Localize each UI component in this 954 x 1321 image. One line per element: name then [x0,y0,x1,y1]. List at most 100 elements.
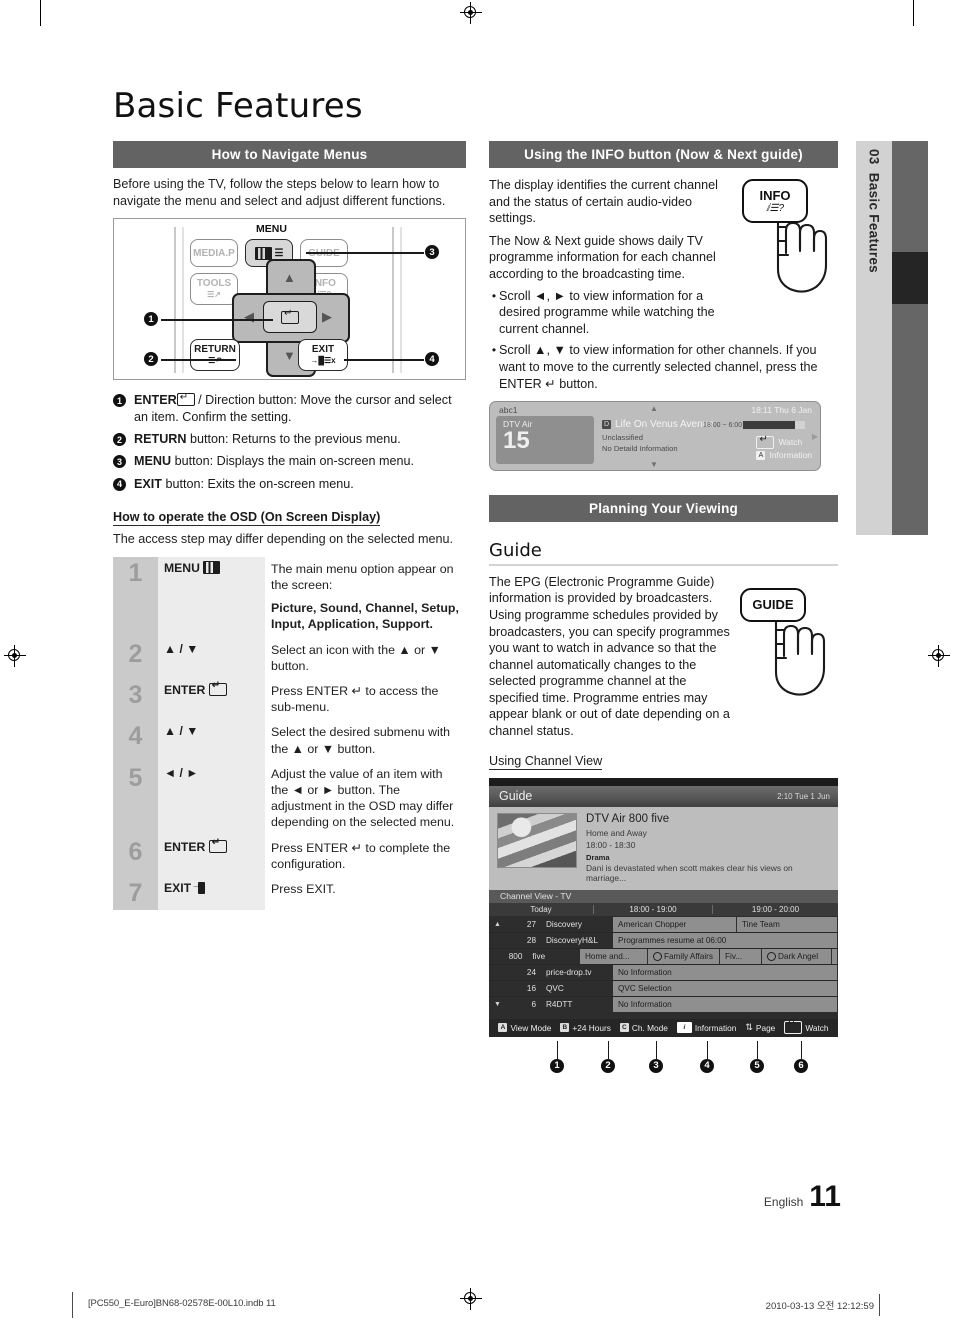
now-next-screen-mock: abc1 18:11 Thu 6 Jan ▲ ▼ ▶ DTV Air 15 D … [489,401,821,472]
epg-action-label: Watch [805,1022,829,1033]
guide-keycap[interactable]: GUIDE [740,587,806,622]
info-paragraph-2: The Now & Next guide shows daily TV prog… [489,233,716,281]
step-key: ENTER [158,835,265,878]
epg-action-label: View Mode [510,1022,552,1033]
epg-action-view-mode[interactable]: A View Mode [498,1023,551,1033]
step-description: Press ENTER ↵ to access the sub-menu. [265,679,466,721]
epg-programme-cell[interactable]: QVC Selection [613,980,838,996]
table-row[interactable]: 16 QVC QVC Selection [489,980,838,997]
epg-title: Guide [499,788,533,803]
epg-programme-cell[interactable]: Home and... [580,948,648,964]
b-button-icon: B [560,1023,570,1033]
remote-media-button[interactable]: MEDIA.P [190,239,238,268]
step-number: 5 [113,761,158,836]
row-arrow-icon [489,981,506,996]
remote-enter-button[interactable] [263,301,317,334]
epg-action-information[interactable]: i Information [676,1022,736,1034]
action-information[interactable]: A Information [756,449,812,462]
epg-header: Guide 2:10 Tue 1 Jun [489,785,838,807]
epg-channel-name: QVC [546,983,564,993]
page-number-block: English 11 [764,1180,841,1214]
table-row[interactable]: 28 DiscoveryH&L Programmes resume at 06:… [489,932,838,949]
step-description: The main menu option appear on the scree… [265,556,466,638]
enter-icon [208,837,227,853]
table-row: 3 ENTER Press ENTER ↵ to access the sub-… [113,679,466,721]
legend-2-text: button: Returns to the previous menu. [186,432,401,446]
enter-icon [208,680,227,697]
a-button-icon: A [498,1023,508,1033]
list-item: • Scroll ▲, ▼ to view information for ot… [489,342,838,392]
bullet-dot: • [491,343,497,358]
callout-line-4 [344,359,424,361]
epg-action-24-hours[interactable]: B +24 Hours [560,1023,611,1033]
callout-4: 4 [425,352,439,367]
list-item: 1 ENTER / Direction button: Move the cur… [113,390,466,425]
epg-callout-1: 1 [550,1058,564,1073]
enter-icon [756,433,775,450]
chapter-number: 03 [866,149,882,165]
epg-programme-cell[interactable]: American Chopper [613,916,737,932]
enter-icon [176,390,195,407]
epg-programme-cell[interactable]: No Information [613,964,838,980]
epg-programme-cell[interactable]: Dark Angel [762,948,832,964]
epg-programme-cell[interactable]: Tine Team [737,916,838,932]
epg-detail-genre: Drama [586,852,610,862]
channel-view-heading: Using Channel View [489,753,603,770]
table-row[interactable]: ▲ 27 Discovery American Chopper Tine Tea… [489,916,838,933]
language-label: English [763,1195,804,1209]
guide-block: GUIDE The EPG (Electronic Programme Guid… [489,574,838,740]
legend-4-text: button: Exits the on-screen menu. [162,476,354,491]
dpad-left-icon: ◀ [244,309,254,325]
list-item: 2 RETURN button: Returns to the previous… [113,431,466,447]
info-keycap[interactable]: INFO ⅈ☰? [742,179,808,223]
menu-icon [203,560,221,574]
epg-action-watch[interactable]: Watch [784,1018,829,1035]
remote-exit-button[interactable]: EXIT →█☰x [298,339,348,372]
epg-programme-cell[interactable]: No Information [613,996,838,1012]
epg-programme-label: Dark Angel [778,951,819,961]
epg-detail-panel: DTV Air 800 five Home and Away 18:00 - 1… [489,806,838,890]
epg-channel-number: 800 [508,951,523,961]
epg-channel-name: price-drop.tv [546,967,592,977]
chapter-tab-text: 03 Basic Features [856,141,892,535]
table-row[interactable]: 800 five Home and... Family Affairs Fiv.… [489,948,838,965]
step-number: 7 [113,877,158,911]
chapter-tab-highlight [892,252,928,304]
epg-callouts: 1 2 3 4 5 6 [489,1040,838,1075]
step-key: ◄ / ► [158,761,265,836]
info-bullet-2: Scroll ▲, ▼ to view information for othe… [499,343,818,391]
info-button-block: INFO ⅈ☰? The display identifies the curr… [489,177,838,392]
action-watch[interactable]: Watch [756,433,812,450]
registration-mark-bottom [460,1288,482,1310]
tools-icon: ☰↗ [207,290,221,300]
remote-tools-button[interactable]: TOOLS ☰↗ [190,273,238,306]
step-number: 3 [113,679,158,721]
menu-icon-2: ☰ [274,247,284,259]
epg-col-slot1: 18:00 - 19:00 [593,904,712,914]
return-icon: ☰↶ [208,356,222,366]
epg-programme-cell[interactable]: Programmes resume at 06:00 [613,932,838,948]
step-key-label: EXIT [164,881,192,896]
table-row: 6 ENTER Press ENTER ↵ to complete the co… [113,835,466,878]
table-row[interactable]: ▼ 6 R4DTT No Information [489,996,838,1012]
step-description: Select an icon with the ▲ or ▼ button. [265,637,466,680]
epg-programme-cell[interactable] [832,948,838,964]
table-row[interactable]: 24 price-drop.tv No Information [489,964,838,981]
step-key: ENTER [158,679,265,721]
dpad-right-icon: ▶ [322,309,332,325]
epg-programme-cell[interactable]: Family Affairs [648,948,720,964]
epg-action-ch-mode[interactable]: C Ch. Mode [619,1023,668,1033]
page-title: Basic Features [113,86,363,126]
epg-programme-cell[interactable]: Fiv... [720,948,762,964]
menu-caption: MENU [256,223,287,236]
epg-view-label: Channel View - TV [489,889,838,903]
step-description: Press EXIT. [265,877,466,911]
remote-return-button[interactable]: RETURN ☰↶ [190,339,240,372]
dpad-down-icon: ▼ [283,348,296,364]
remote-control-diagram: MENU MEDIA.P ☰ GUIDE TOOLS ☰↗ [113,218,466,381]
epg-programme-label: Family Affairs [664,951,713,961]
bullet-dot: • [491,288,497,303]
epg-action-page[interactable]: ⇅ Page [745,1022,775,1033]
table-row: 4 ▲ / ▼ Select the desired submenu with … [113,720,466,762]
callout-line-3 [306,252,424,254]
